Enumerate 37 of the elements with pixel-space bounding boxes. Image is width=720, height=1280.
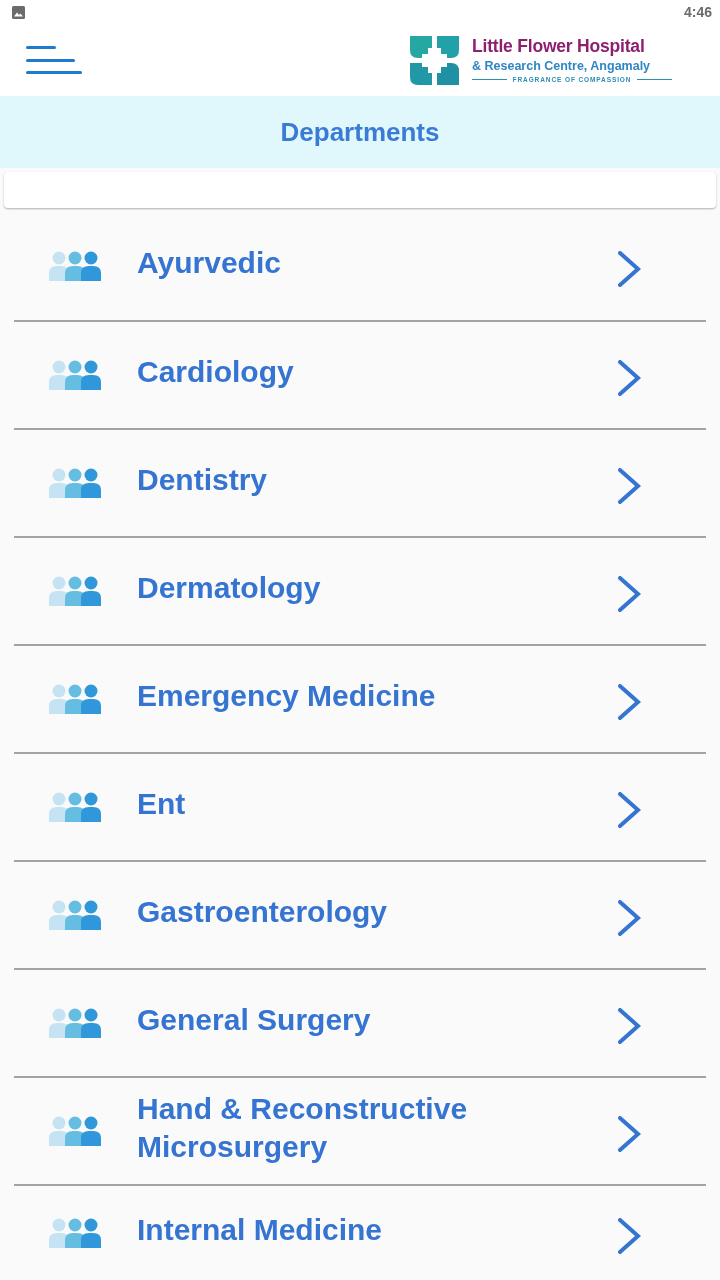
image-icon [12, 5, 25, 19]
chevron-right-icon [617, 1116, 641, 1152]
people-icon [49, 900, 101, 930]
people-icon [49, 1116, 101, 1146]
department-row[interactable]: Ayurvedic [14, 211, 706, 322]
chevron-right-icon [617, 576, 641, 612]
chevron-right-icon [617, 468, 641, 504]
hospital-subtitle: & Research Centre, Angamaly [472, 57, 652, 75]
page-title: Departments [280, 116, 440, 148]
people-icon [49, 360, 101, 390]
department-row[interactable]: Internal Medicine [14, 1186, 706, 1280]
department-row[interactable]: Hand & Reconstructive Microsurgery [14, 1078, 706, 1186]
people-icon [49, 250, 101, 281]
people-icon [49, 468, 101, 498]
chevron-right-icon [617, 360, 641, 396]
people-icon [49, 576, 101, 606]
menu-button[interactable] [26, 46, 82, 74]
chevron-right-icon [617, 250, 641, 287]
cross-logo-icon [410, 35, 459, 85]
department-row[interactable]: Dentistry [14, 430, 706, 538]
department-row[interactable]: Dermatology [14, 538, 706, 646]
department-row[interactable]: Ent [14, 754, 706, 862]
chevron-right-icon [617, 792, 641, 828]
chevron-right-icon [617, 1218, 641, 1254]
department-row[interactable]: Emergency Medicine [14, 646, 706, 754]
people-icon [49, 684, 101, 714]
chevron-right-icon [617, 684, 641, 720]
status-time: 4:46 [683, 4, 712, 20]
department-row[interactable]: Gastroenterology [14, 862, 706, 970]
chevron-right-icon [617, 1008, 641, 1044]
people-icon [49, 1008, 101, 1038]
people-icon [49, 792, 101, 822]
department-row[interactable]: General Surgery [14, 970, 706, 1078]
hospital-name: Little Flower Hospital [472, 35, 646, 57]
people-icon [49, 1218, 101, 1248]
chevron-right-icon [617, 900, 641, 936]
department-row[interactable]: Cardiology [14, 322, 706, 430]
